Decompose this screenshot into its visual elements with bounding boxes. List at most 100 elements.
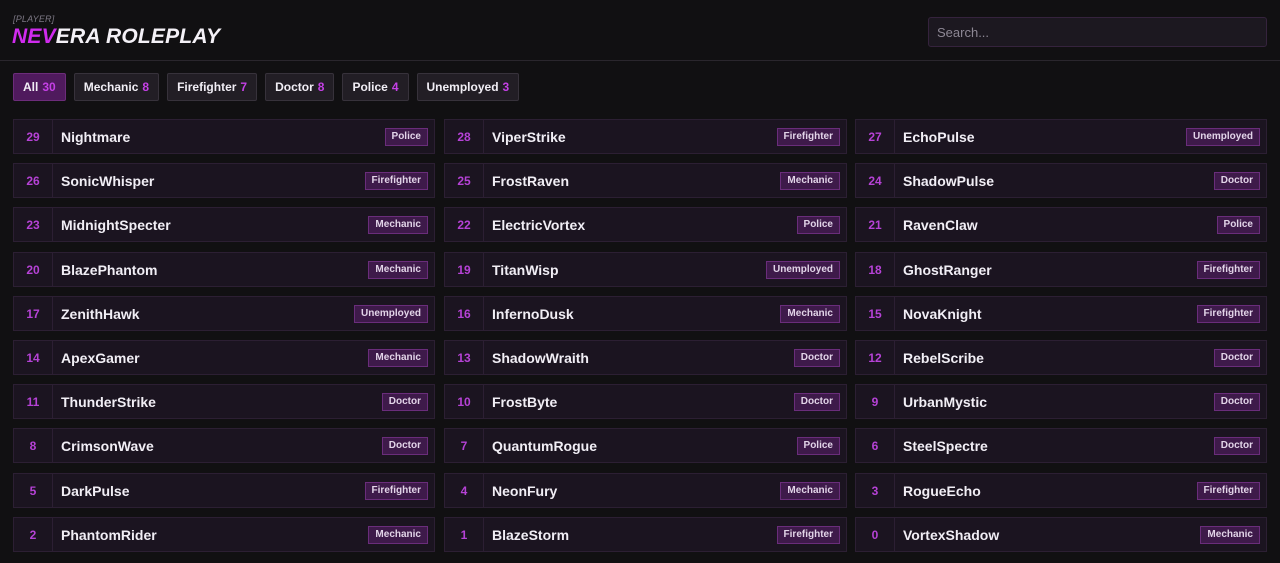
job-badge: Mechanic — [780, 481, 840, 500]
job-badge: Mechanic — [780, 171, 840, 190]
player-card[interactable]: 19 TitanWisp Unemployed — [444, 252, 847, 287]
player-card[interactable]: 8 CrimsonWave Doctor — [13, 428, 435, 463]
player-id: 10 — [445, 385, 484, 418]
search-input[interactable] — [928, 17, 1267, 47]
player-id: 9 — [856, 385, 895, 418]
header: [PLAYER] NEVERA ROLEPLAY — [0, 0, 1280, 61]
player-id: 8 — [14, 429, 53, 462]
player-name: EchoPulse — [903, 128, 975, 145]
job-badge: Doctor — [793, 348, 840, 367]
filter-count: 8 — [317, 80, 325, 94]
player-card[interactable]: 23 MidnightSpecter Mechanic — [13, 207, 435, 242]
player-name: UrbanMystic — [903, 393, 988, 410]
player-name: ElectricVortex — [492, 216, 586, 233]
job-badge: Mechanic — [1200, 525, 1260, 544]
player-card[interactable]: 6 SteelSpectre Doctor — [855, 428, 1267, 463]
player-card[interactable]: 16 InfernoDusk Mechanic — [444, 296, 847, 331]
player-card[interactable]: 2 PhantomRider Mechanic — [13, 517, 435, 552]
player-card[interactable]: 14 ApexGamer Mechanic — [13, 340, 435, 375]
player-name: NovaKnight — [903, 305, 982, 322]
job-badge: Doctor — [1213, 348, 1260, 367]
player-card[interactable]: 18 GhostRanger Firefighter — [855, 252, 1267, 287]
player-card[interactable]: 9 UrbanMystic Doctor — [855, 384, 1267, 419]
job-badge: Firefighter — [364, 171, 428, 190]
player-id: 16 — [445, 297, 484, 330]
player-card[interactable]: 20 BlazePhantom Mechanic — [13, 252, 435, 287]
player-id: 13 — [445, 341, 484, 374]
player-id: 25 — [445, 164, 484, 197]
player-name: FrostByte — [492, 393, 558, 410]
player-card[interactable]: 0 VortexShadow Mechanic — [855, 517, 1267, 552]
filter-label: Firefighter — [177, 80, 237, 94]
player-card[interactable]: 11 ThunderStrike Doctor — [13, 384, 435, 419]
filter-firefighter[interactable]: Firefighter 7 — [167, 73, 258, 101]
player-id: 19 — [445, 253, 484, 286]
player-card[interactable]: 12 RebelScribe Doctor — [855, 340, 1267, 375]
player-name: DarkPulse — [61, 482, 130, 499]
player-id: 14 — [14, 341, 53, 374]
job-badge: Doctor — [1213, 392, 1260, 411]
player-card[interactable]: 15 NovaKnight Firefighter — [855, 296, 1267, 331]
player-name: GhostRanger — [903, 261, 992, 278]
filter-label: Unemployed — [426, 80, 499, 94]
player-id: 29 — [14, 120, 53, 153]
player-id: 3 — [856, 474, 895, 507]
job-badge: Mechanic — [368, 260, 428, 279]
job-badge: Firefighter — [364, 481, 428, 500]
filter-all[interactable]: All 30 — [13, 73, 66, 101]
filter-doctor[interactable]: Doctor 8 — [265, 73, 335, 101]
job-badge: Mechanic — [368, 348, 428, 367]
player-id: 4 — [445, 474, 484, 507]
player-id: 15 — [856, 297, 895, 330]
filter-mechanic[interactable]: Mechanic 8 — [73, 73, 160, 101]
player-id: 20 — [14, 253, 53, 286]
job-badge: Doctor — [1213, 436, 1260, 455]
player-card[interactable]: 26 SonicWhisper Firefighter — [13, 163, 435, 198]
player-card[interactable]: 25 FrostRaven Mechanic — [444, 163, 847, 198]
player-name: NeonFury — [492, 482, 558, 499]
job-badge: Doctor — [381, 436, 428, 455]
player-name: CrimsonWave — [61, 437, 154, 454]
player-id: 6 — [856, 429, 895, 462]
player-card[interactable]: 1 BlazeStorm Firefighter — [444, 517, 847, 552]
player-card[interactable]: 13 ShadowWraith Doctor — [444, 340, 847, 375]
player-card[interactable]: 22 ElectricVortex Police — [444, 207, 847, 242]
player-card[interactable]: 10 FrostByte Doctor — [444, 384, 847, 419]
player-name: ApexGamer — [61, 349, 140, 366]
player-id: 0 — [856, 518, 895, 551]
player-card[interactable]: 28 ViperStrike Firefighter — [444, 119, 847, 154]
player-card[interactable]: 5 DarkPulse Firefighter — [13, 473, 435, 508]
filter-label: Police — [352, 80, 388, 94]
player-card[interactable]: 7 QuantumRogue Police — [444, 428, 847, 463]
job-badge: Doctor — [793, 392, 840, 411]
player-id: 7 — [445, 429, 484, 462]
player-card[interactable]: 4 NeonFury Mechanic — [444, 473, 847, 508]
filter-police[interactable]: Police 4 — [342, 73, 409, 101]
player-id: 5 — [14, 474, 53, 507]
player-card[interactable]: 24 ShadowPulse Doctor — [855, 163, 1267, 198]
player-name: QuantumRogue — [492, 437, 597, 454]
player-card[interactable]: 17 ZenithHawk Unemployed — [13, 296, 435, 331]
job-badge: Firefighter — [1196, 481, 1260, 500]
filter-unemployed[interactable]: Unemployed 3 — [416, 73, 520, 101]
player-card[interactable]: 3 RogueEcho Firefighter — [855, 473, 1267, 508]
player-id: 17 — [14, 297, 53, 330]
job-badge: Firefighter — [1196, 304, 1260, 323]
player-name: TitanWisp — [492, 261, 559, 278]
player-id: 11 — [14, 385, 53, 418]
player-card[interactable]: 27 EchoPulse Unemployed — [855, 119, 1267, 154]
filter-count: 30 — [42, 80, 56, 94]
player-name: InfernoDusk — [492, 305, 574, 322]
player-id: 27 — [856, 120, 895, 153]
player-name: ShadowWraith — [492, 349, 589, 366]
filter-label: All — [23, 80, 39, 94]
filter-label: Doctor — [275, 80, 314, 94]
job-badge: Doctor — [1213, 171, 1260, 190]
job-badge: Doctor — [381, 392, 428, 411]
player-card[interactable]: 21 RavenClaw Police — [855, 207, 1267, 242]
player-name: Nightmare — [61, 128, 131, 145]
player-card[interactable]: 29 Nightmare Police — [13, 119, 435, 154]
job-badge: Unemployed — [1185, 127, 1260, 146]
logo-text: ERA ROLEPLAY — [55, 25, 221, 48]
logo: NEVERA ROLEPLAY — [12, 25, 220, 49]
